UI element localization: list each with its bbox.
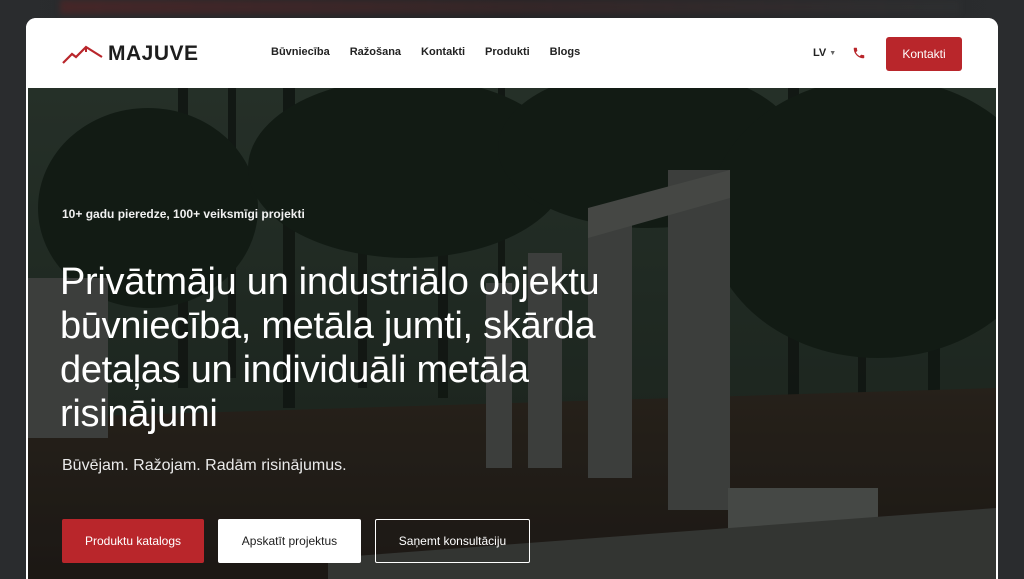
nav-item-kontakti[interactable]: Kontakti: [421, 46, 465, 58]
chevron-down-icon: ▼: [829, 49, 837, 57]
hero-eyebrow: 10+ gadu pieredze, 100+ veiksmīgi projek…: [62, 207, 305, 221]
nav-item-blogs[interactable]: Blogs: [550, 46, 581, 58]
hero-subhead: Būvējam. Ražojam. Radām risinājumus.: [62, 457, 347, 474]
website-frame: MAJUVE Būvniecība Ražošana Kontakti Prod…: [26, 18, 998, 579]
language-selector[interactable]: LV ▼: [813, 47, 836, 59]
product-catalog-button[interactable]: Produktu katalogs: [62, 519, 204, 563]
nav-item-razosana[interactable]: Ražošana: [350, 46, 401, 58]
nav-item-produkti[interactable]: Produkti: [485, 46, 530, 58]
hero-section: 10+ gadu pieredze, 100+ veiksmīgi projek…: [28, 88, 996, 579]
language-label: LV: [813, 47, 827, 59]
header-contact-button[interactable]: Kontakti: [886, 37, 962, 71]
main-nav: Būvniecība Ražošana Kontakti Produkti Bl…: [271, 46, 580, 58]
logo[interactable]: MAJUVE: [62, 42, 199, 66]
site-header: MAJUVE Būvniecība Ražošana Kontakti Prod…: [26, 18, 998, 88]
view-projects-button[interactable]: Apskatīt projektus: [218, 519, 361, 563]
roof-logo-icon: [62, 45, 103, 64]
nav-item-buvnieciba[interactable]: Būvniecība: [271, 46, 330, 58]
phone-icon[interactable]: [852, 46, 866, 65]
get-consultation-button[interactable]: Saņemt konsultāciju: [375, 519, 530, 563]
hero-headline: Privātmāju un industriālo objektu būvnie…: [60, 261, 600, 435]
logo-text: MAJUVE: [108, 42, 199, 65]
